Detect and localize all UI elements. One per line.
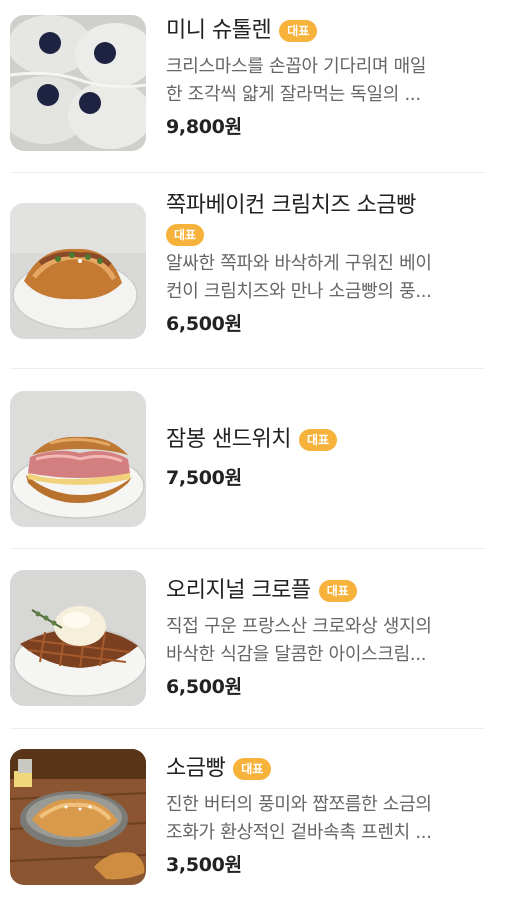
menu-item[interactable]: 쪽파베이컨 크림치즈 소금빵 대표 알싸한 쪽파와 바삭하게 구워진 베이 컨이… bbox=[10, 173, 485, 369]
menu-item-price: 7,500원 bbox=[166, 467, 242, 489]
menu-item-name: 오리지널 크로플 bbox=[166, 578, 311, 603]
menu-item-name: 미니 슈톨렌 bbox=[166, 18, 272, 43]
salt-bread-photo bbox=[10, 749, 146, 885]
menu-item-name: 잠봉 샌드위치 bbox=[166, 427, 291, 452]
croffle-photo bbox=[10, 570, 146, 706]
menu-item-price: 6,500원 bbox=[166, 676, 242, 698]
menu-item[interactable]: 잠봉 샌드위치 대표 7,500원 bbox=[10, 369, 485, 549]
menu-list: 미니 슈톨렌 대표 크리스마스를 손꼽아 기다리며 매일 한 조각씩 얇게 잘라… bbox=[0, 0, 505, 900]
signature-badge: 대표 bbox=[298, 429, 338, 451]
menu-item-name: 소금빵 bbox=[166, 756, 226, 781]
menu-item[interactable]: 미니 슈톨렌 대표 크리스마스를 손꼽아 기다리며 매일 한 조각씩 얇게 잘라… bbox=[10, 0, 485, 173]
menu-item-price: 6,500원 bbox=[166, 313, 242, 335]
menu-item-price: 9,800원 bbox=[166, 116, 242, 138]
menu-item[interactable]: 소금빵 대표 진한 버터의 풍미와 짭쪼름한 소금의 조화가 환상적인 겉바속촉… bbox=[10, 729, 485, 900]
description-line: 바삭한 식감을 달콤한 아이스크림... bbox=[166, 644, 427, 665]
menu-item[interactable]: 오리지널 크로플 대표 직접 구운 프랑스산 크로와상 생지의 바삭한 식감을 … bbox=[10, 549, 485, 729]
description-line: 진한 버터의 풍미와 짭쪼름한 소금의 bbox=[166, 794, 432, 815]
menu-item-name: 쪽파베이컨 크림치즈 소금빵 bbox=[166, 193, 416, 218]
signature-badge: 대표 bbox=[318, 580, 357, 602]
menu-item-description: 알싸한 쪽파와 바삭하게 구워진 베이 컨이 크림치즈와 만나 소금빵의 풍..… bbox=[166, 250, 486, 306]
description-line: 크리스마스를 손꼽아 기다리며 매일 bbox=[166, 56, 427, 77]
jambon-sandwich-photo bbox=[10, 391, 146, 527]
description-line: 컨이 크림치즈와 만나 소금빵의 풍... bbox=[166, 281, 432, 302]
menu-item-price: 3,500원 bbox=[166, 854, 242, 876]
stollen-photo bbox=[10, 15, 146, 151]
description-line: 한 조각씩 얇게 잘라먹는 독일의 ... bbox=[166, 84, 421, 105]
description-line: 조화가 환상적인 겉바속촉 프렌치 ... bbox=[166, 822, 432, 843]
description-line: 알싸한 쪽파와 바삭하게 구워진 베이 bbox=[166, 253, 432, 274]
description-line: 직접 구운 프랑스산 크로와상 생지의 bbox=[166, 616, 432, 637]
signature-badge: 대표 bbox=[233, 758, 272, 780]
signature-badge: 대표 bbox=[279, 20, 318, 42]
salt-bread-bacon-photo bbox=[10, 203, 146, 339]
menu-item-description: 크리스마스를 손꼽아 기다리며 매일 한 조각씩 얇게 잘라먹는 독일의 ... bbox=[166, 53, 486, 109]
menu-item-description: 진한 버터의 풍미와 짭쪼름한 소금의 조화가 환상적인 겉바속촉 프렌치 ..… bbox=[166, 791, 486, 847]
signature-badge: 대표 bbox=[166, 224, 205, 246]
menu-item-description: 직접 구운 프랑스산 크로와상 생지의 바삭한 식감을 달콤한 아이스크림... bbox=[166, 613, 486, 669]
